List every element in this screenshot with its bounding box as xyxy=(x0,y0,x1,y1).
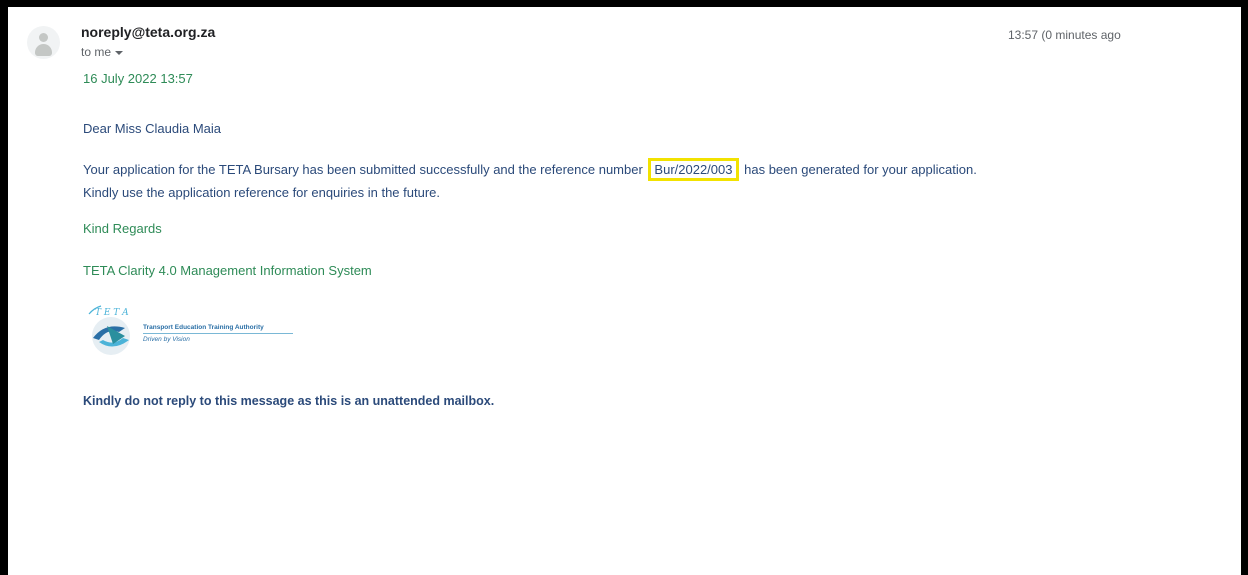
system-name: TETA Clarity 4.0 Management Information … xyxy=(83,263,372,278)
logo-letters: T E T A xyxy=(95,308,129,318)
email-sign-off: Kind Regards xyxy=(83,221,162,236)
logo-org-name: Transport Education Training Authority xyxy=(143,324,264,331)
recipient-details-toggle[interactable]: to me xyxy=(81,45,124,59)
reference-number-highlight: Bur/2022/003 xyxy=(648,158,739,181)
logo-divider xyxy=(143,333,293,334)
logo-tagline: Driven by Vision xyxy=(143,336,190,343)
recipient-label: to me xyxy=(81,45,112,59)
email-greeting: Dear Miss Claudia Maia xyxy=(83,121,221,136)
chevron-down-icon[interactable] xyxy=(115,50,124,55)
email-date: 16 July 2022 13:57 xyxy=(83,71,193,86)
body-text-after-reference: has been generated for your application. xyxy=(744,162,977,177)
footer-note: Kindly do not reply to this message as t… xyxy=(83,394,495,408)
body-text-before-reference: Your application for the TETA Bursary ha… xyxy=(83,162,643,177)
sender-avatar[interactable] xyxy=(27,26,60,59)
avatar-head xyxy=(39,33,48,42)
sender-address[interactable]: noreply@teta.org.za xyxy=(81,24,215,40)
email-body-line-1: Your application for the TETA Bursary ha… xyxy=(83,158,977,181)
email-body-line-2: Kindly use the application reference for… xyxy=(83,185,440,200)
email-timestamp: 13:57 (0 minutes ago xyxy=(1008,28,1121,42)
email-view: noreply@teta.org.za to me 13:57 (0 minut… xyxy=(8,7,1241,575)
avatar-body xyxy=(35,44,52,56)
